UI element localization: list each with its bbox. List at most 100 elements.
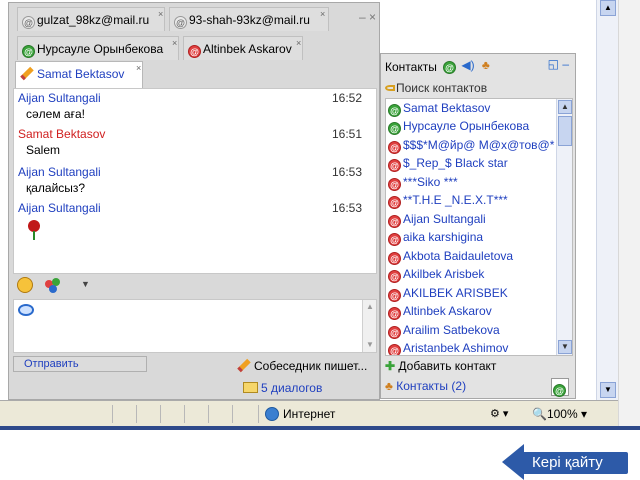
contact-list-item[interactable]: @ Akbota Baidauletova — [388, 247, 556, 265]
tab-label: Samat Bektasov — [37, 67, 125, 81]
scroll-thumb[interactable] — [558, 116, 572, 146]
add-contact-icon: ✚ — [385, 359, 396, 373]
zone-label: Интернет — [283, 407, 336, 421]
contact-list-scrollbar[interactable]: ▲ ▼ — [556, 99, 572, 355]
contact-list-item[interactable]: @ $_Rep_$ Black star — [388, 154, 556, 172]
message-sender: Aijan Sultangali — [18, 201, 101, 215]
status-icon[interactable]: @ — [443, 61, 456, 74]
scroll-up-icon[interactable]: ▲ — [364, 301, 376, 313]
window-edge — [618, 0, 640, 430]
contacts-tab[interactable]: ♣ Контакты (2) @ — [385, 377, 573, 397]
smiley-icon[interactable] — [17, 277, 33, 293]
message-time: 16:51 — [331, 127, 362, 141]
tab-nursaule[interactable]: @ Нурсауле Орынбекова × — [17, 36, 179, 60]
add-contact-label: Добавить контакт — [398, 359, 497, 373]
contact-list-item[interactable]: @ Akilbek Arisbek — [388, 265, 556, 283]
scroll-down-icon[interactable]: ▼ — [600, 382, 616, 398]
contact-list-item[interactable]: @ $$$*М@йр@ М@х@тов@* — [388, 136, 556, 154]
status-divider — [232, 405, 233, 423]
contact-list-item[interactable]: @ ***Siko *** — [388, 173, 556, 191]
contacts-tab-count: (2) — [451, 379, 467, 393]
contacts-search-input[interactable]: Поиск контактов — [385, 81, 573, 97]
status-divider — [258, 405, 259, 423]
contacts-header: Контакты @ ◀) ♣ ◱ – — [381, 54, 575, 80]
contact-list-item[interactable]: @ Aristanbek Ashimov — [388, 339, 556, 355]
message-input[interactable]: ▲ ▼ — [13, 299, 377, 353]
contacts-tab-label: Контакты — [396, 379, 449, 393]
page-scrollbar[interactable]: ▲ ▼ — [596, 0, 618, 400]
back-button[interactable]: Кері қайту — [502, 444, 628, 480]
tab-label: Altinbek Askarov — [203, 42, 292, 56]
tab-gulzat[interactable]: @ gulzat_98kz@mail.ru × — [17, 7, 165, 31]
tab-row-1: @ gulzat_98kz@mail.ru × @93-shah-93kz@mai… — [9, 7, 379, 33]
contact-list-item[interactable]: @ aika karshigina — [388, 228, 556, 246]
message-sender: Aijan Sultangali — [18, 165, 101, 179]
offline-status-icon: @ — [388, 289, 401, 302]
input-toolbar: ▼ — [13, 275, 377, 297]
tab-close-icon[interactable]: × — [136, 56, 141, 80]
online-status-icon: @ — [388, 104, 401, 117]
scroll-up-icon[interactable]: ▲ — [600, 0, 616, 16]
typing-indicator: Собеседник пишет... — [237, 358, 367, 373]
tab-93-shah[interactable]: @93-shah-93kz@mail.ru × — [169, 7, 329, 31]
message: Aijan Sultangali 16:53 — [18, 201, 370, 240]
scroll-down-icon[interactable]: ▼ — [364, 339, 376, 351]
contact-list-item[interactable]: @ Aijan Sultangali — [388, 210, 556, 228]
contact-list-item[interactable]: @ Нурсауле Орынбекова — [388, 117, 556, 135]
game-icon[interactable]: ♣ — [482, 58, 490, 72]
tab-label: 93-shah-93kz@mail.ru — [189, 13, 310, 27]
message-text: сəлем аға! — [26, 107, 85, 121]
zoom-label: 100% — [546, 407, 578, 421]
contact-list-item[interactable]: @ AKILBEK ARISBEK — [388, 284, 556, 302]
contacts-group-icon: ♣ — [385, 379, 393, 393]
contact-name: Altinbek Askarov — [403, 304, 492, 318]
contact-list: @ Samat Bektasov @ Нурсауле Орынбекова @ $$… — [385, 98, 573, 356]
contact-name: ***Siko *** — [403, 175, 458, 189]
contacts-share-icon[interactable] — [45, 278, 63, 294]
contact-name: AKILBEK ARISBEK — [403, 286, 508, 300]
contact-name: $_Rep_$ Black star — [403, 156, 508, 170]
magnifier-icon: 🔍 — [532, 407, 547, 421]
tab-samat-active[interactable]: Samat Bektasov × — [15, 61, 143, 88]
tab-close-icon[interactable]: × — [172, 31, 177, 55]
protected-mode-icon[interactable]: ⚙ ▾ — [490, 407, 508, 420]
tab-close-icon[interactable]: × — [296, 31, 301, 55]
offline-status-icon: @ — [388, 270, 401, 283]
scroll-down-icon[interactable]: ▼ — [558, 340, 572, 354]
send-button[interactable]: Отправить — [13, 356, 147, 372]
tab-close-icon[interactable]: × — [320, 2, 325, 26]
message-history[interactable]: Aijan Sultangali 16:52 сəлем аға! Samat … — [13, 88, 377, 274]
contact-name: $$$*М@йр@ М@х@тов@* — [403, 138, 555, 152]
minimize-button[interactable]: – — [359, 10, 366, 24]
tab-close-icon[interactable]: × — [158, 2, 163, 26]
message-time: 16:53 — [331, 165, 362, 179]
search-placeholder: Поиск контактов — [396, 81, 488, 95]
speaker-icon[interactable]: ◀) — [461, 58, 474, 72]
chevron-down-icon[interactable]: ▼ — [81, 279, 90, 289]
zoom-control[interactable]: 🔍100% ▾ — [532, 405, 587, 423]
contact-name: Aijan Sultangali — [403, 212, 486, 226]
offline-status-icon: @ — [388, 141, 401, 154]
add-contact-button[interactable]: ✚ Добавить контакт — [385, 357, 573, 375]
contact-name: Samat Bektasov — [403, 101, 491, 115]
contacts-header-icons: @ ◀) ♣ — [443, 58, 490, 74]
status-toggle-button[interactable]: @ — [551, 378, 569, 397]
contact-name: Aristanbek Ashimov — [403, 341, 509, 355]
contact-list-item[interactable]: @ **T.H.E _N.E.X.T*** — [388, 191, 556, 209]
dialogs-button[interactable]: 5 диалогов — [243, 379, 383, 399]
message: Samat Bektasov 16:51 Salem — [18, 127, 370, 157]
contact-name: aika karshigina — [403, 230, 484, 244]
contact-list-item[interactable]: @ Altinbek Askarov — [388, 302, 556, 320]
offline-status-icon: @ — [388, 196, 401, 209]
close-window-button[interactable]: × — [369, 10, 376, 24]
contact-list-item[interactable]: @ Arailim Satbekova — [388, 321, 556, 339]
tab-altinbek[interactable]: @ Altinbek Askarov × — [183, 36, 303, 60]
chat-window: @ gulzat_98kz@mail.ru × @93-shah-93kz@mai… — [8, 2, 380, 400]
popout-icon[interactable]: ◱ – — [548, 57, 569, 71]
offline-status-icon: @ — [388, 233, 401, 246]
status-divider — [160, 405, 161, 423]
contact-list-item[interactable]: @ Samat Bektasov — [388, 99, 556, 117]
input-scrollbar[interactable]: ▲ ▼ — [362, 300, 376, 352]
scroll-up-icon[interactable]: ▲ — [558, 100, 572, 114]
message-time: 16:52 — [331, 91, 362, 105]
